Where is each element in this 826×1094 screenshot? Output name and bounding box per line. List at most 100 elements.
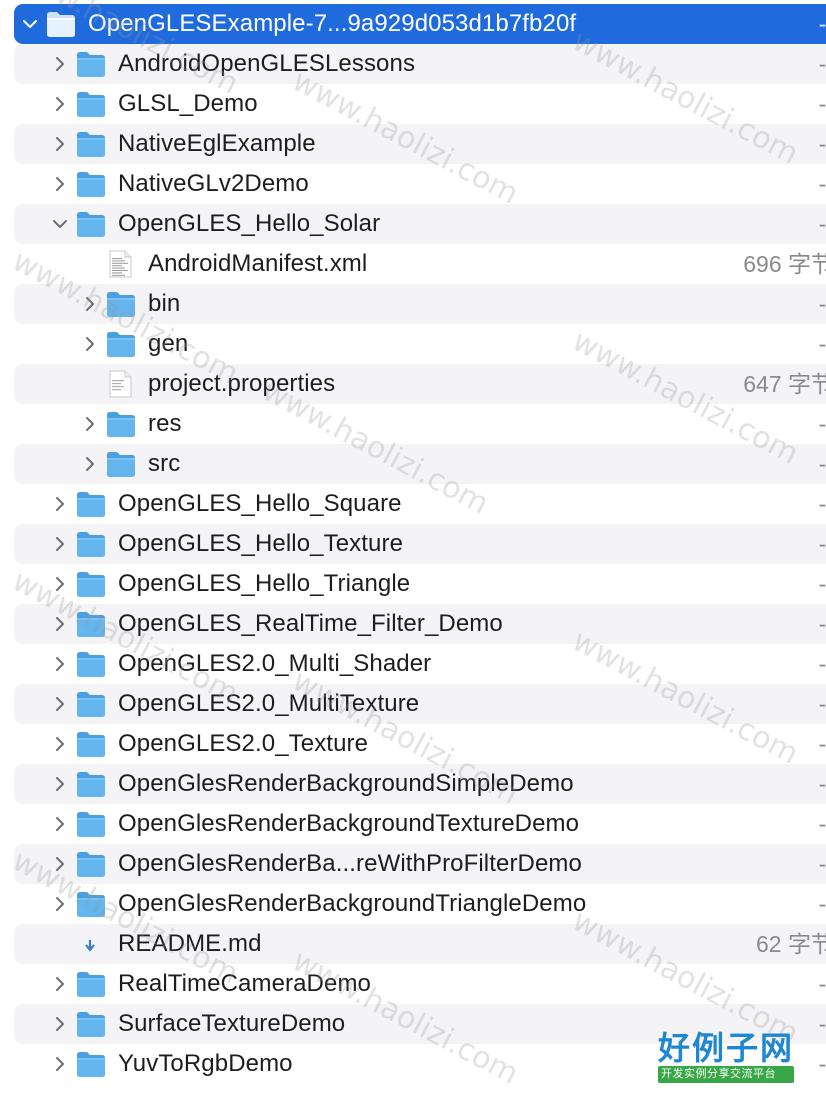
file-size: --	[818, 411, 826, 437]
chevron-right-icon[interactable]	[82, 296, 98, 312]
tree-row-opengles2-0-multitexture[interactable]: OpenGLES2.0_MultiTexture --	[14, 684, 826, 724]
file-size: --	[818, 91, 826, 117]
tree-row-res[interactable]: res --	[14, 404, 826, 444]
tree-row-realtimecamerademo[interactable]: RealTimeCameraDemo --	[14, 964, 826, 1004]
chevron-right-icon[interactable]	[82, 336, 98, 352]
tree-row-gen[interactable]: gen --	[14, 324, 826, 364]
file-name: NativeGLv2Demo	[118, 170, 309, 197]
tree-row-opengles-hello-texture[interactable]: OpenGLES_Hello_Texture --	[14, 524, 826, 564]
chevron-right-icon[interactable]	[52, 136, 68, 152]
file-size: --	[818, 491, 826, 517]
folder-icon	[76, 890, 106, 918]
file-name: OpenGLES2.0_Texture	[118, 730, 369, 757]
folder-icon	[76, 170, 106, 198]
file-name: OpenGLES_Hello_Texture	[118, 530, 404, 557]
file-name: YuvToRgbDemo	[118, 1050, 293, 1077]
file-size: --	[818, 291, 826, 317]
chevron-right-icon[interactable]	[52, 536, 68, 552]
file-name: OpenGlesRenderBackgroundTextureDemo	[118, 810, 580, 837]
folder-icon	[106, 450, 136, 478]
file-size: --	[818, 1051, 826, 1077]
tree-row-nativeglv2demo[interactable]: NativeGLv2Demo --	[14, 164, 826, 204]
file-name: AndroidManifest.xml	[148, 250, 368, 277]
folder-icon	[76, 90, 106, 118]
file-size: --	[818, 451, 826, 477]
folder-icon	[106, 410, 136, 438]
file-name: bin	[148, 290, 181, 317]
chevron-right-icon[interactable]	[82, 456, 98, 472]
tree-row-openglesrenderbackgroundtexturedemo[interactable]: OpenGlesRenderBackgroundTextureDemo --	[14, 804, 826, 844]
chevron-right-icon[interactable]	[82, 416, 98, 432]
file-name: OpenGLES_Hello_Solar	[118, 210, 381, 237]
file-size: --	[818, 331, 826, 357]
logo-subtitle: 开发实例分享交流平台	[658, 1066, 794, 1083]
tree-row-openglesrenderbackgroundtriangledemo[interactable]: OpenGlesRenderBackgroundTriangleDemo --	[14, 884, 826, 924]
chevron-right-icon[interactable]	[52, 176, 68, 192]
file-name: src	[148, 450, 181, 477]
chevron-right-icon[interactable]	[52, 896, 68, 912]
file-size: --	[818, 971, 826, 997]
folder-icon	[76, 570, 106, 598]
chevron-right-icon[interactable]	[52, 696, 68, 712]
markdown-file-icon	[76, 930, 106, 958]
tree-row-androidmanifest-xml[interactable]: AndroidManifest.xml 696 字节	[14, 244, 826, 284]
tree-row-src[interactable]: src --	[14, 444, 826, 484]
tree-row-glsl-demo[interactable]: GLSL_Demo --	[14, 84, 826, 124]
site-logo: 好例子网 开发实例分享交流平台	[658, 1030, 794, 1086]
tree-row-opengles-realtime-filter-demo[interactable]: OpenGLES_RealTime_Filter_Demo --	[14, 604, 826, 644]
chevron-right-icon[interactable]	[52, 616, 68, 632]
file-size: --	[818, 571, 826, 597]
file-name: OpenGLES_Hello_Square	[118, 490, 402, 517]
tree-row-openglesrenderba-rewithprofilterdemo[interactable]: OpenGlesRenderBa...reWithProFilterDemo --	[14, 844, 826, 884]
chevron-right-icon[interactable]	[52, 856, 68, 872]
folder-icon	[46, 10, 76, 38]
tree-row-opengles-hello-square[interactable]: OpenGLES_Hello_Square --	[14, 484, 826, 524]
file-size: --	[818, 851, 826, 877]
tree-row-openglesexample-7-9a929d053d1b7fb20f[interactable]: OpenGLESExample-7...9a929d053d1b7fb20f --	[14, 4, 826, 44]
folder-icon	[106, 290, 136, 318]
tree-row-opengles2-0-texture[interactable]: OpenGLES2.0_Texture --	[14, 724, 826, 764]
file-name: OpenGLES2.0_MultiTexture	[118, 690, 420, 717]
file-size: --	[818, 891, 826, 917]
folder-icon	[76, 130, 106, 158]
chevron-right-icon[interactable]	[52, 736, 68, 752]
file-size: --	[818, 771, 826, 797]
file-name: SurfaceTextureDemo	[118, 1010, 346, 1037]
chevron-right-icon[interactable]	[52, 96, 68, 112]
chevron-right-icon[interactable]	[52, 56, 68, 72]
file-size: 647 字节	[743, 371, 826, 397]
file-name: OpenGlesRenderBackgroundTriangleDemo	[118, 890, 587, 917]
file-size: --	[818, 51, 826, 77]
tree-row-bin[interactable]: bin --	[14, 284, 826, 324]
chevron-right-icon[interactable]	[52, 1056, 68, 1072]
file-size: --	[818, 691, 826, 717]
tree-row-opengles-hello-triangle[interactable]: OpenGLES_Hello_Triangle --	[14, 564, 826, 604]
tree-row-opengles2-0-multi-shader[interactable]: OpenGLES2.0_Multi_Shader --	[14, 644, 826, 684]
file-size: --	[818, 731, 826, 757]
file-size: --	[818, 531, 826, 557]
chevron-right-icon[interactable]	[52, 816, 68, 832]
folder-icon	[76, 210, 106, 238]
folder-icon	[106, 330, 136, 358]
folder-icon	[76, 490, 106, 518]
tree-row-opengles-hello-solar[interactable]: OpenGLES_Hello_Solar --	[14, 204, 826, 244]
file-name: gen	[148, 330, 189, 357]
document-file-icon	[106, 250, 136, 278]
chevron-right-icon[interactable]	[52, 1016, 68, 1032]
chevron-down-icon[interactable]	[22, 16, 38, 32]
file-size: --	[818, 651, 826, 677]
tree-row-androidopengleslessons[interactable]: AndroidOpenGLESLessons --	[14, 44, 826, 84]
tree-row-project-properties[interactable]: project.properties 647 字节	[14, 364, 826, 404]
tree-row-openglesrenderbackgroundsimpledemo[interactable]: OpenGlesRenderBackgroundSimpleDemo --	[14, 764, 826, 804]
tree-row-readme-md[interactable]: README.md 62 字节	[14, 924, 826, 964]
file-size: --	[818, 811, 826, 837]
chevron-right-icon[interactable]	[52, 776, 68, 792]
chevron-right-icon[interactable]	[52, 656, 68, 672]
chevron-right-icon[interactable]	[52, 976, 68, 992]
tree-row-nativeeglexample[interactable]: NativeEglExample --	[14, 124, 826, 164]
chevron-right-icon[interactable]	[52, 496, 68, 512]
chevron-right-icon[interactable]	[52, 576, 68, 592]
file-size: --	[818, 611, 826, 637]
chevron-down-icon[interactable]	[52, 216, 68, 232]
folder-icon	[76, 690, 106, 718]
